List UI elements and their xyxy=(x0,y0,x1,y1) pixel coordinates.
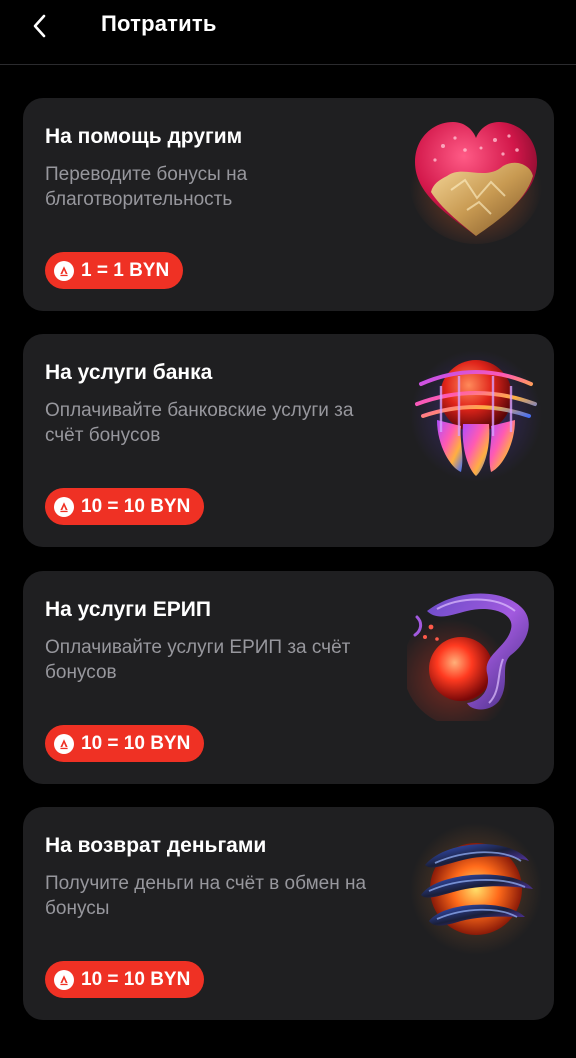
alfa-bank-logo-icon xyxy=(54,260,74,281)
card-description: Оплачивайте услуги ЕРИП за счёт бонусов xyxy=(45,637,351,683)
back-button[interactable] xyxy=(22,6,58,46)
alfa-bank-logo-icon xyxy=(54,969,74,990)
card-description: Переводите бонусы на благотворительность xyxy=(45,164,248,210)
heart-illustration xyxy=(410,122,542,244)
spiral-sphere-illustration xyxy=(410,823,542,955)
page-title: Потратить xyxy=(101,11,217,36)
card-description: Получите деньги на счёт в обмен на бонус… xyxy=(45,873,367,919)
card-title: На услуги банка xyxy=(45,361,213,384)
rate-badge[interactable]: 1 = 1 BYN xyxy=(45,252,184,289)
spend-option-bank-services[interactable]: На услуги банка Оплачивайте банковские у… xyxy=(23,334,554,547)
rate-badge-label: 10 = 10 BYN xyxy=(81,495,191,517)
spend-option-erip[interactable]: На услуги ЕРИП Оплачивайте услуги ЕРИП з… xyxy=(23,571,554,784)
card-title: На услуги ЕРИП xyxy=(45,598,211,621)
orb-in-cage-illustration xyxy=(410,350,542,482)
tentacle-orb-illustration xyxy=(407,593,529,721)
rate-badge-label: 10 = 10 BYN xyxy=(81,968,191,990)
rate-badge[interactable]: 10 = 10 BYN xyxy=(45,488,205,525)
rate-badge[interactable]: 10 = 10 BYN xyxy=(45,725,205,762)
spend-option-charity[interactable]: На помощь другим Переводите бонусы на бл… xyxy=(23,98,554,311)
card-title: На возврат деньгами xyxy=(45,834,267,857)
alfa-bank-logo-icon xyxy=(54,733,74,754)
spend-option-cashback[interactable]: На возврат деньгами Получите деньги на с… xyxy=(23,807,554,1020)
top-bar: Потратить xyxy=(0,0,576,65)
rate-badge-label: 1 = 1 BYN xyxy=(81,259,170,281)
alfa-bank-logo-icon xyxy=(54,496,74,517)
rate-badge-label: 10 = 10 BYN xyxy=(81,732,191,754)
chevron-left-icon xyxy=(33,14,46,38)
card-title: На помощь другим xyxy=(45,125,243,148)
card-description: Оплачивайте банковские услуги за счёт бо… xyxy=(45,400,354,446)
rate-badge[interactable]: 10 = 10 BYN xyxy=(45,961,205,998)
